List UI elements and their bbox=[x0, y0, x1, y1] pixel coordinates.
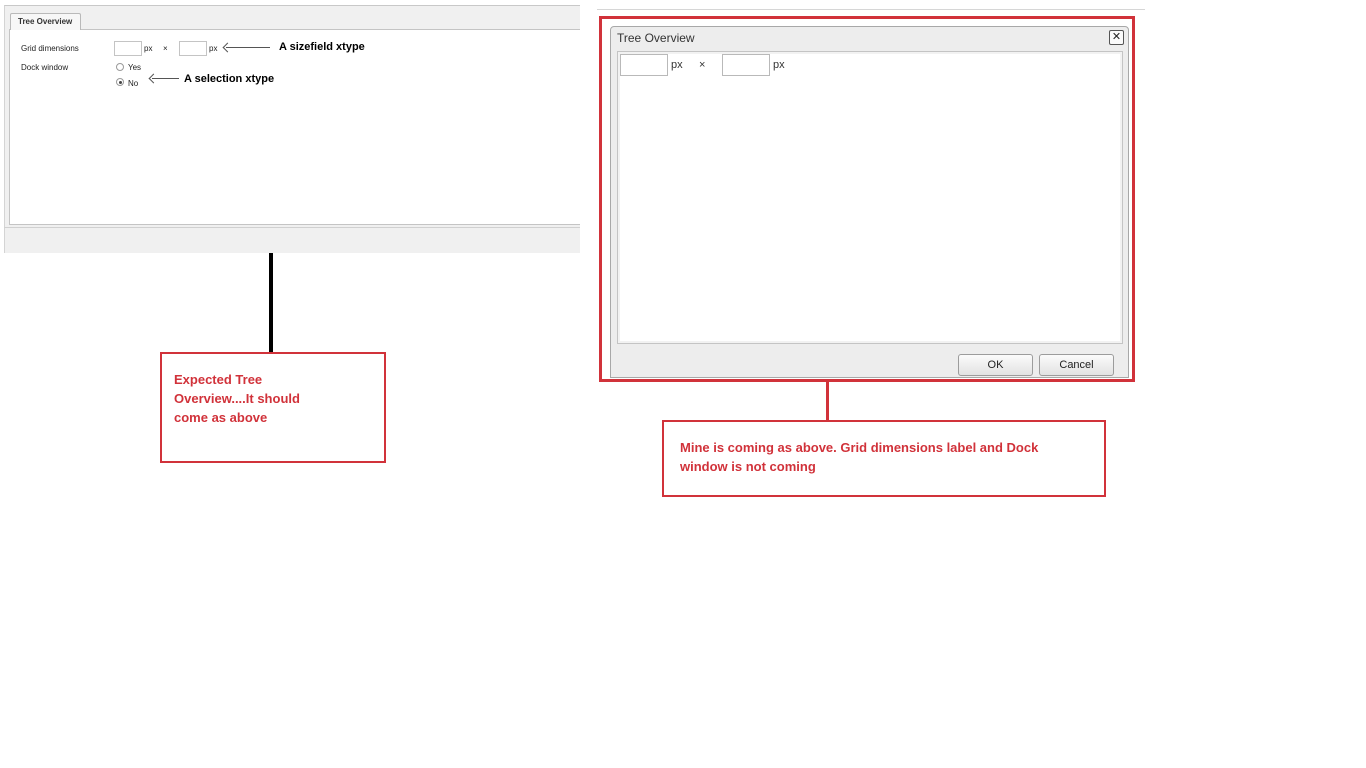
expected-note-line: Expected Tree bbox=[174, 372, 263, 387]
expected-panel-body bbox=[9, 29, 580, 225]
cancel-button[interactable]: Cancel bbox=[1039, 354, 1114, 376]
grid-height-input[interactable] bbox=[722, 54, 770, 76]
expected-note-line: come as above bbox=[174, 410, 268, 425]
times-sign: × bbox=[163, 44, 168, 53]
grid-width-unit: px bbox=[671, 59, 683, 71]
tab-tree-overview[interactable]: Tree Overview bbox=[10, 13, 81, 30]
expected-panel-footer-divider bbox=[4, 227, 580, 228]
actual-note-line: Mine is coming as above. Grid dimensions… bbox=[680, 440, 1039, 455]
expected-note-line: Overview....It should bbox=[174, 391, 300, 406]
grid-dimensions-label: Grid dimensions bbox=[21, 44, 79, 53]
connector-line bbox=[269, 253, 273, 354]
radio-no-label: No bbox=[128, 79, 139, 88]
grid-width-input[interactable] bbox=[114, 41, 142, 56]
divider bbox=[597, 9, 1145, 10]
radio-yes-label: Yes bbox=[128, 63, 142, 72]
dialog-title: Tree Overview bbox=[617, 31, 695, 45]
dock-window-label: Dock window bbox=[21, 63, 69, 72]
dialog-body bbox=[617, 51, 1123, 344]
arrow-line bbox=[226, 47, 270, 48]
grid-height-unit: px bbox=[773, 59, 785, 71]
radio-no[interactable] bbox=[116, 78, 124, 86]
actual-note-line: window is not coming bbox=[680, 459, 816, 474]
grid-height-input[interactable] bbox=[179, 41, 207, 56]
expected-note-box: Expected Tree Overview....It should come… bbox=[160, 352, 386, 463]
grid-width-unit: px bbox=[144, 44, 153, 53]
annotation-sizefield: A sizefield xtype bbox=[279, 41, 365, 53]
times-sign: × bbox=[699, 59, 706, 71]
grid-width-input[interactable] bbox=[620, 54, 668, 76]
connector-line bbox=[826, 382, 829, 421]
arrow-line bbox=[152, 78, 179, 79]
radio-yes[interactable] bbox=[116, 63, 124, 71]
ok-button[interactable]: OK bbox=[958, 354, 1033, 376]
close-icon[interactable]: ✕ bbox=[1109, 30, 1124, 45]
grid-height-unit: px bbox=[209, 44, 218, 53]
annotation-selection: A selection xtype bbox=[184, 73, 275, 85]
actual-note-box: Mine is coming as above. Grid dimensions… bbox=[662, 420, 1106, 497]
